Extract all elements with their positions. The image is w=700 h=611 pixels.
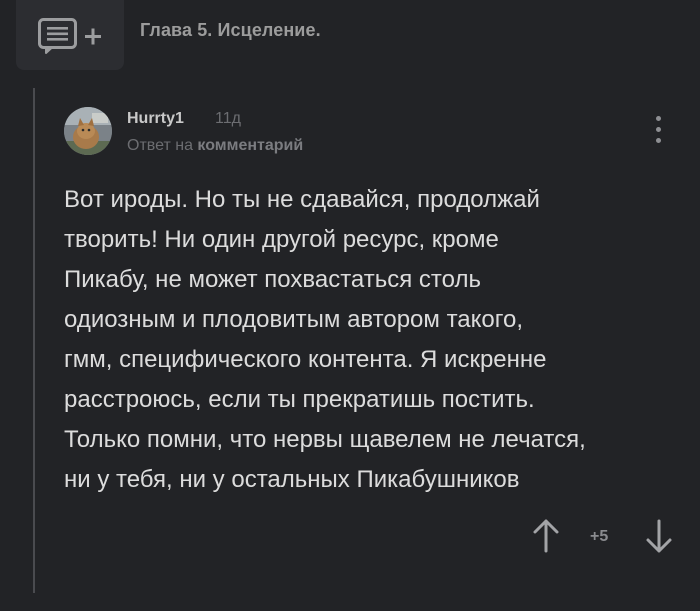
post-header: Глава 5. Исцеление. [0, 0, 700, 72]
vote-up-button[interactable] [532, 518, 560, 554]
comment-line: Пикабу, не может похвастаться столь [64, 266, 481, 293]
thread-line[interactable] [33, 88, 35, 593]
reply-to-label: Ответ на комментарий [127, 137, 303, 155]
comment-text: Вот ироды. Но ты не сдавайся, продолжай … [64, 180, 674, 500]
vote-down-button[interactable] [645, 518, 673, 554]
more-options-button[interactable] [648, 116, 668, 150]
comment-line: Только помни, что нервы щавелем не лечат… [64, 426, 586, 453]
comment-line: Вот ироды. Но ты не сдавайся, продолжай [64, 186, 540, 213]
comment-author[interactable]: Hurrty1 [127, 110, 184, 128]
comment-time: 11д [215, 110, 241, 127]
comment-line: творить! Ни один другой ресурс, кроме [64, 226, 499, 253]
comment-rating: +5 [590, 528, 609, 545]
avatar[interactable] [64, 107, 112, 155]
arrow-up-icon [533, 519, 559, 553]
comment-line: ни у тебя, ни у остальных Пикабушников [64, 466, 520, 493]
comment-line: расстроюсь, если ты прекратишь постить. [64, 386, 535, 413]
add-comment-button[interactable] [16, 0, 124, 70]
avatar-image [64, 107, 112, 155]
comment-line: одиозным и плодовитым автором такого, [64, 306, 523, 333]
arrow-down-icon [646, 519, 672, 553]
comment-page: Глава 5. Исцеление. Hurrty1 11д Ответ на… [0, 0, 700, 611]
comment-plus-icon [38, 18, 101, 54]
comment-line: гмм, специфического контента. Я искренне [64, 346, 547, 373]
more-vertical-icon [648, 116, 668, 143]
post-title[interactable]: Глава 5. Исцеление. [140, 20, 321, 41]
reply-target-link[interactable]: комментарий [197, 137, 303, 154]
reply-prefix: Ответ на [127, 137, 193, 154]
